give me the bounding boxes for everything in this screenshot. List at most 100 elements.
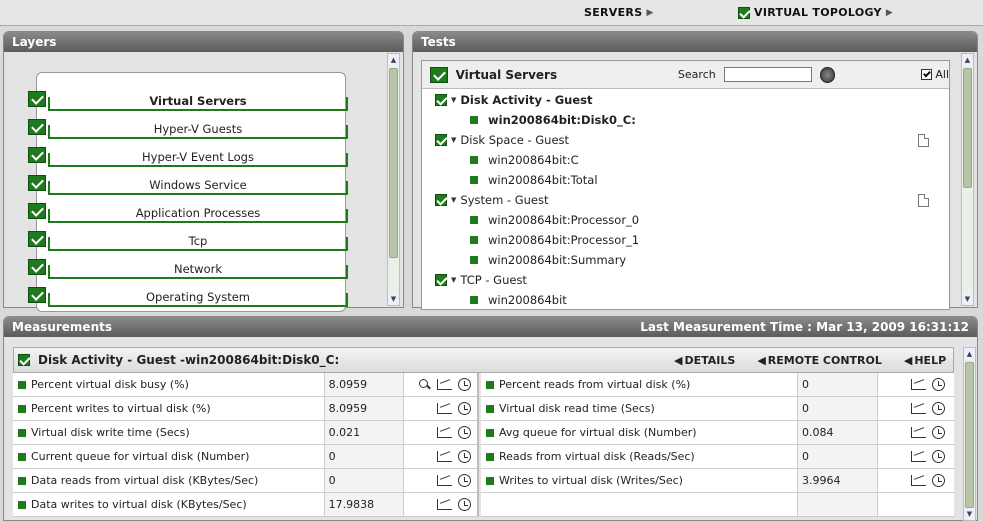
test-item-row[interactable]: win200864bit:Total <box>470 173 598 187</box>
layer-item[interactable]: Windows Service <box>28 175 348 197</box>
measure-value: 0.084 <box>798 421 878 444</box>
layer-label[interactable]: Operating System <box>48 290 348 304</box>
section-checkbox[interactable] <box>18 354 30 366</box>
layer-item[interactable]: Hyper-V Event Logs <box>28 147 348 169</box>
layer-label[interactable]: Application Processes <box>48 206 348 220</box>
details-link[interactable]: ◀ DETAILS <box>674 354 735 367</box>
clock-icon[interactable] <box>458 474 471 487</box>
layer-checkbox[interactable] <box>28 231 46 247</box>
layers-scrollbar[interactable]: ▲ ▼ <box>387 53 400 306</box>
report-doc-icon[interactable] <box>918 134 929 147</box>
expand-arrow-icon[interactable]: ▼ <box>451 136 456 144</box>
layer-label[interactable]: Virtual Servers <box>48 94 348 108</box>
layer-label[interactable]: Windows Service <box>48 178 348 192</box>
test-group-label: Disk Activity - Guest <box>460 93 593 107</box>
virtual-topology-link[interactable]: VIRTUAL TOPOLOGY ▶ <box>738 6 893 19</box>
measurements-scrollbar[interactable]: ▲ ▼ <box>963 347 976 521</box>
test-item-row[interactable]: win200864bit:Disk0_C: <box>470 113 636 127</box>
layer-item[interactable]: Virtual Servers <box>28 91 348 113</box>
test-group-row[interactable]: ▼ TCP - Guest <box>435 273 527 287</box>
clock-icon[interactable] <box>458 402 471 415</box>
graph-icon[interactable] <box>911 475 926 486</box>
clock-icon[interactable] <box>932 450 945 463</box>
measure-value: 3.9964 <box>798 469 878 492</box>
remote-control-link[interactable]: ◀ REMOTE CONTROL <box>757 354 882 367</box>
test-group-checkbox[interactable] <box>435 274 447 286</box>
test-item-row[interactable]: win200864bit:Processor_0 <box>470 213 639 227</box>
graph-icon[interactable] <box>911 427 926 438</box>
report-doc-icon[interactable] <box>918 194 929 207</box>
scroll-down-icon[interactable]: ▼ <box>962 293 973 305</box>
graph-icon[interactable] <box>437 451 452 462</box>
test-group-checkbox[interactable] <box>435 94 447 106</box>
scroll-down-icon[interactable]: ▼ <box>964 508 975 520</box>
layer-item[interactable]: Operating System <box>28 287 348 309</box>
clock-icon[interactable] <box>458 426 471 439</box>
test-group-row[interactable]: ▼ System - Guest <box>435 193 549 207</box>
test-item-row[interactable]: win200864bit <box>470 293 567 307</box>
expand-arrow-icon[interactable]: ▼ <box>451 196 456 204</box>
help-link[interactable]: ◀ HELP <box>904 354 946 367</box>
measure-value: 0.021 <box>324 421 405 444</box>
search-input[interactable] <box>723 67 812 82</box>
scroll-down-icon[interactable]: ▼ <box>388 293 399 305</box>
graph-icon[interactable] <box>437 475 452 486</box>
layer-checkbox[interactable] <box>28 203 46 219</box>
clock-icon[interactable] <box>932 426 945 439</box>
test-group-row[interactable]: ▼ Disk Space - Guest <box>435 133 569 147</box>
graph-icon[interactable] <box>911 451 926 462</box>
all-toggle[interactable]: All <box>921 68 949 81</box>
virtual-servers-checkbox[interactable] <box>430 66 448 83</box>
layer-label[interactable]: Hyper-V Guests <box>48 122 348 136</box>
test-group-checkbox[interactable] <box>435 194 447 206</box>
expand-arrow-icon[interactable]: ▼ <box>451 276 456 284</box>
layer-item[interactable]: Tcp <box>28 231 348 253</box>
expand-arrow-icon[interactable]: ▼ <box>451 96 456 104</box>
layer-label[interactable]: Hyper-V Event Logs <box>48 150 348 164</box>
test-item-row[interactable]: win200864bit:C <box>470 153 579 167</box>
layer-item[interactable]: Network <box>28 259 348 281</box>
all-checkbox[interactable] <box>921 69 933 80</box>
layer-checkbox[interactable] <box>28 147 46 163</box>
clock-icon[interactable] <box>458 498 471 511</box>
layer-checkbox[interactable] <box>28 91 46 107</box>
graph-icon[interactable] <box>437 403 452 414</box>
tests-scrollbar[interactable]: ▲ ▼ <box>961 53 974 306</box>
layer-checkbox[interactable] <box>28 259 46 275</box>
test-group-checkbox[interactable] <box>435 134 447 146</box>
graph-icon[interactable] <box>437 499 452 510</box>
layer-checkbox[interactable] <box>28 119 46 135</box>
scroll-up-icon[interactable]: ▲ <box>388 54 399 66</box>
layer-item[interactable]: Hyper-V Guests <box>28 119 348 141</box>
test-item-label: win200864bit:Processor_0 <box>488 213 640 227</box>
servers-link[interactable]: SERVERS ▶ <box>584 6 654 19</box>
scroll-thumb[interactable] <box>963 68 972 188</box>
graph-icon[interactable] <box>437 379 452 390</box>
clock-icon[interactable] <box>458 378 471 391</box>
status-square-icon <box>18 477 26 485</box>
virtual-topology-checkbox[interactable] <box>738 6 750 19</box>
clock-icon[interactable] <box>932 378 945 391</box>
graph-icon[interactable] <box>911 379 926 390</box>
scroll-up-icon[interactable]: ▲ <box>962 54 973 66</box>
test-item-row[interactable]: win200864bit:Summary <box>470 253 626 267</box>
scroll-thumb[interactable] <box>389 68 398 258</box>
layer-label[interactable]: Tcp <box>48 234 348 248</box>
test-group-row[interactable]: ▼ Disk Activity - Guest <box>435 93 593 107</box>
graph-icon[interactable] <box>437 427 452 438</box>
layer-label[interactable]: Network <box>48 262 348 276</box>
magnifier-icon[interactable] <box>419 378 431 391</box>
layer-item[interactable]: Application Processes <box>28 203 348 225</box>
scroll-up-icon[interactable]: ▲ <box>964 348 975 360</box>
scroll-thumb[interactable] <box>965 362 974 508</box>
clock-icon[interactable] <box>932 474 945 487</box>
clock-icon[interactable] <box>932 402 945 415</box>
layer-checkbox[interactable] <box>28 175 46 191</box>
test-item-row[interactable]: win200864bit:Processor_1 <box>470 233 639 247</box>
measurement-row: Virtual disk write time (Secs) 0.021 <box>13 421 479 445</box>
clock-icon[interactable] <box>458 450 471 463</box>
measure-value: 0 <box>324 445 405 468</box>
graph-icon[interactable] <box>911 403 926 414</box>
search-go-icon[interactable] <box>819 66 836 83</box>
layer-checkbox[interactable] <box>28 287 46 303</box>
